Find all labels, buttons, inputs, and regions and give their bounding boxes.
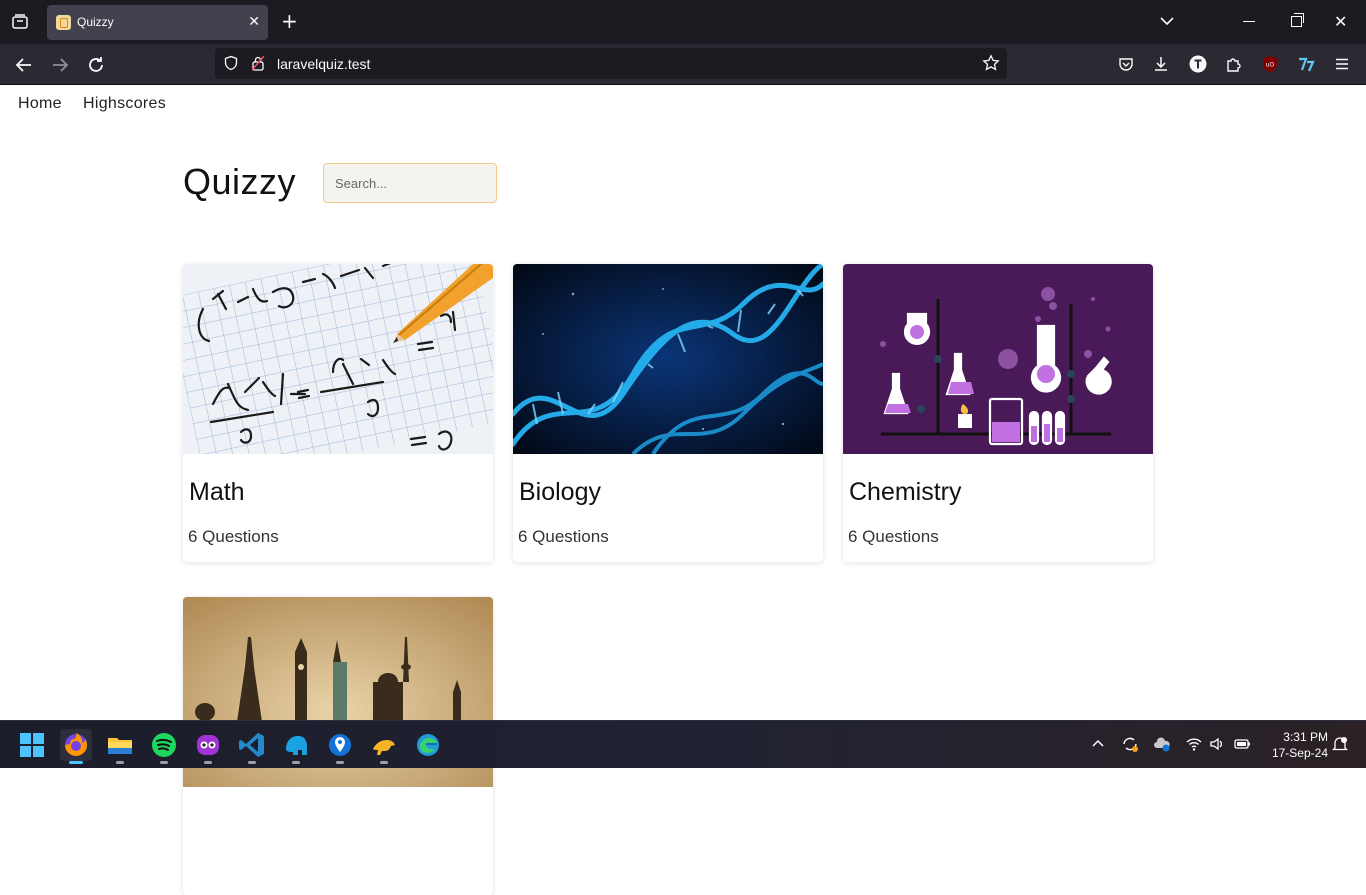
firefox-icon <box>65 733 87 756</box>
browser-tab-bar: Quizzy ✕ + ✕ <box>0 0 1366 44</box>
running-indicator <box>204 761 212 764</box>
downloads-icon[interactable] <box>1152 55 1170 73</box>
wifi-icon[interactable] <box>1185 735 1203 753</box>
folder-icon <box>108 738 132 754</box>
url-text[interactable]: laravelquiz.test <box>277 56 370 72</box>
page-title: Quizzy <box>183 161 297 202</box>
new-tab-icon[interactable]: + <box>281 10 298 32</box>
taskbar-ubuntu-app[interactable] <box>368 729 400 764</box>
copilot-icon <box>197 735 219 755</box>
quiz-card-biology[interactable]: Biology 6 Questions <box>513 264 823 562</box>
spotify-icon <box>152 733 176 757</box>
system-clock[interactable]: 3:31 PM 17-Sep-24 <box>1262 729 1328 761</box>
running-indicator <box>116 761 124 764</box>
nav-link-highscores[interactable]: Highscores <box>83 95 166 112</box>
taskbar-firefox[interactable] <box>60 729 92 764</box>
account-avatar-icon[interactable] <box>1189 55 1207 73</box>
dinosaur-app-icon <box>373 740 395 755</box>
site-favicon-icon <box>56 15 71 30</box>
extensions-puzzle-icon[interactable] <box>1225 55 1243 73</box>
taskbar-edge[interactable] <box>412 729 444 761</box>
show-hidden-icons-chevron-up-icon[interactable] <box>1089 735 1107 753</box>
quiz-card-chemistry[interactable]: Chemistry 6 Questions <box>843 264 1153 562</box>
tab-close-icon[interactable]: ✕ <box>248 14 260 30</box>
math-notebook-image <box>183 264 493 454</box>
window-restore-icon[interactable] <box>1291 13 1304 27</box>
window-close-icon[interactable]: ✕ <box>1334 12 1347 31</box>
elephant-app-icon <box>286 736 307 755</box>
running-indicator <box>160 761 168 764</box>
clock-time: 3:31 PM <box>1283 730 1328 744</box>
onedrive-cloud-icon[interactable] <box>1153 735 1171 753</box>
running-indicator <box>248 761 256 764</box>
quiz-card-question-count: 6 Questions <box>188 527 279 546</box>
taskbar-file-explorer[interactable] <box>104 729 136 764</box>
map-pin-icon <box>329 734 351 756</box>
taskbar-copilot[interactable] <box>192 729 224 764</box>
sync-icon[interactable] <box>1121 735 1139 753</box>
search-input[interactable] <box>323 163 497 203</box>
quiz-card-question-count: 6 Questions <box>848 527 939 546</box>
running-indicator <box>380 761 388 764</box>
forward-arrow-icon[interactable] <box>49 54 71 76</box>
pocket-icon[interactable] <box>1117 55 1135 73</box>
shield-icon[interactable] <box>223 55 239 71</box>
battery-icon[interactable] <box>1233 735 1251 753</box>
browser-tab-active[interactable]: Quizzy ✕ <box>47 5 268 40</box>
volume-icon[interactable] <box>1208 735 1226 753</box>
start-button[interactable] <box>16 729 48 761</box>
taskbar-maps[interactable] <box>324 729 356 764</box>
window-minimize-icon[interactable] <box>1243 21 1255 22</box>
lock-icon[interactable] <box>251 55 265 71</box>
taskbar-app-blue[interactable] <box>280 729 312 764</box>
quiz-card-question-count: 6 Questions <box>518 527 609 546</box>
running-indicator <box>69 761 83 764</box>
quiz-card-math[interactable]: Math 6 Questions <box>183 264 493 562</box>
taskbar-spotify[interactable] <box>148 729 180 764</box>
windows-taskbar: 3:31 PM 17-Sep-24 <box>0 720 1366 768</box>
dna-helix-image <box>513 264 823 454</box>
reload-icon[interactable] <box>85 54 107 76</box>
site-navigation: Home Highscores <box>18 93 182 113</box>
quiz-card-title: Biology <box>519 478 601 506</box>
tab-title: Quizzy <box>77 15 114 29</box>
vscode-icon <box>239 733 264 757</box>
running-indicator <box>292 761 300 764</box>
nav-link-home[interactable]: Home <box>18 95 62 112</box>
taskbar-vscode[interactable] <box>236 729 268 764</box>
svg-text:uO: uO <box>1266 62 1275 69</box>
windows-logo-icon <box>20 733 44 757</box>
ublock-origin-icon[interactable]: uO <box>1261 55 1279 73</box>
address-bar[interactable]: laravelquiz.test <box>215 48 1007 79</box>
back-arrow-icon[interactable] <box>13 54 35 76</box>
quiz-card-title: Math <box>189 478 245 506</box>
language-tool-icon[interactable] <box>1297 55 1315 73</box>
edge-icon <box>417 734 439 756</box>
clock-date: 17-Sep-24 <box>1271 746 1328 760</box>
quiz-card-title: Chemistry <box>849 478 962 506</box>
notifications-icon[interactable] <box>1331 735 1349 753</box>
app-menu-icon[interactable] <box>1333 55 1351 73</box>
chemistry-lab-image <box>843 264 1153 454</box>
chevron-down-icon[interactable] <box>1158 12 1176 30</box>
tab-list-icon[interactable] <box>8 10 32 34</box>
browser-toolbar: laravelquiz.test uO <box>0 44 1366 85</box>
bookmark-star-icon[interactable] <box>982 54 1000 72</box>
running-indicator <box>336 761 344 764</box>
